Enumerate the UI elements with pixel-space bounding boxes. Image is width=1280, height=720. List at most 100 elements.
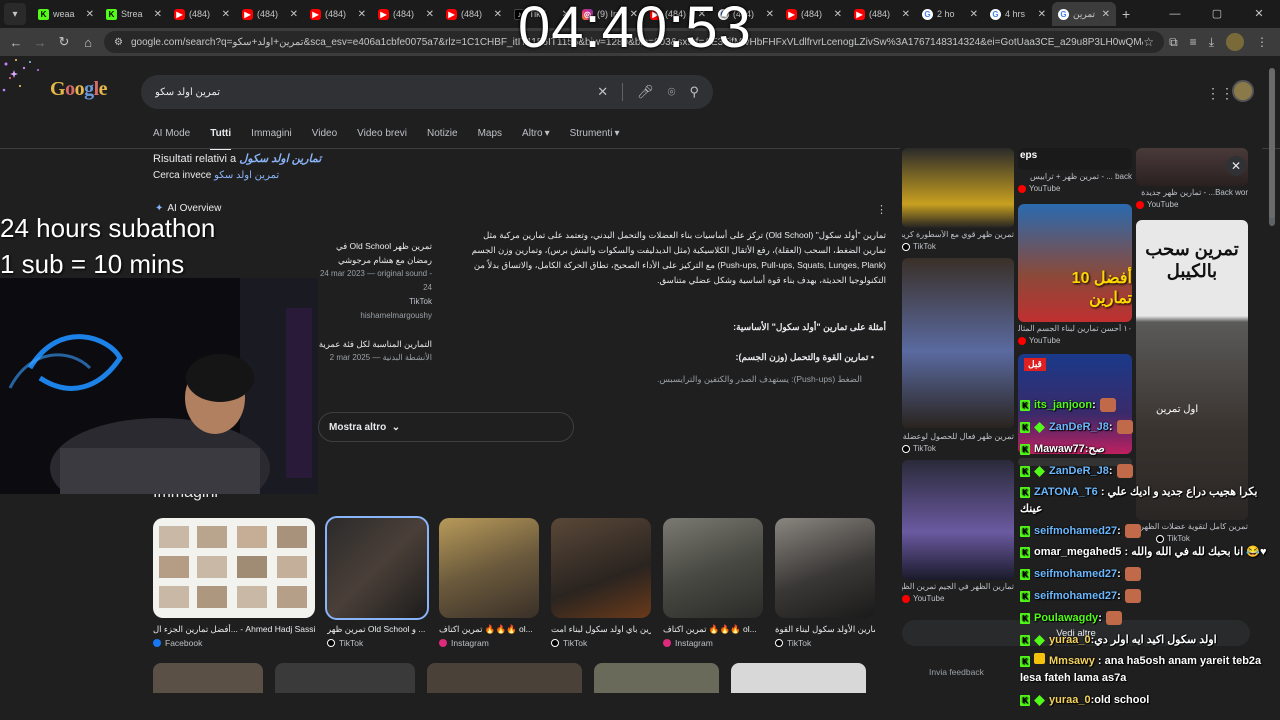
- site-info-icon[interactable]: ⚙: [114, 37, 123, 48]
- panel-image[interactable]: أفضل 10 تمارين: [1018, 204, 1132, 322]
- chat-username[interactable]: ZanDeR_J8: [1049, 460, 1109, 482]
- back-icon[interactable]: ←: [4, 35, 28, 50]
- chat-username[interactable]: seifmohamed27: [1034, 520, 1117, 542]
- browser-tab[interactable]: ▶ (484) ✕: [304, 2, 372, 26]
- browser-tab[interactable]: ▶ (484) ✕: [236, 2, 304, 26]
- browser-tab[interactable]: G 4 hrs ✕: [984, 2, 1052, 26]
- chat-username[interactable]: ZanDeR_J8: [1049, 416, 1109, 438]
- image-result[interactable]: تمرين باي اولد سكول لبناء امت... TikTok: [551, 518, 651, 648]
- show-more-button[interactable]: Mostra altro ⌄: [318, 412, 574, 442]
- chat-username[interactable]: yuraa_0: [1049, 689, 1091, 711]
- search-box[interactable]: ✕ 🎤︎ ⌾ ⚲: [141, 75, 713, 109]
- chat-username[interactable]: Mawaw77: [1034, 438, 1085, 460]
- browser-tab[interactable]: G تمرين ✕: [1052, 2, 1116, 26]
- close-tab-icon[interactable]: ✕: [494, 9, 502, 20]
- search-tab[interactable]: Maps: [478, 128, 502, 150]
- send-feedback-link[interactable]: Invia feedback: [929, 667, 984, 677]
- close-tab-icon[interactable]: ✕: [86, 9, 94, 20]
- chat-message: K ZanDeR_J8 :: [1020, 416, 1280, 438]
- chat-username[interactable]: its_janjoon: [1034, 394, 1092, 416]
- panel-image[interactable]: eps: [1018, 148, 1132, 170]
- ai-source-card[interactable]: تمرين ظهر Old School في رمضان مع هشام مر…: [318, 239, 432, 323]
- image-result[interactable]: أفضل تمارين الجزء ال... - Ahmed Hadj Sas…: [153, 518, 315, 648]
- search-tab[interactable]: Strumenti: [570, 128, 613, 150]
- search-tab[interactable]: Video: [312, 128, 337, 150]
- menu-icon[interactable]: ⋮: [1256, 35, 1268, 49]
- search-input[interactable]: [155, 86, 598, 98]
- ai-overview-options-icon[interactable]: ⋮: [876, 203, 887, 216]
- image-result[interactable]: تمرين اكتاف 🔥🔥🔥 ol... Instagram: [663, 518, 763, 648]
- chat-username[interactable]: Mmsawy: [1049, 655, 1095, 667]
- downloads-icon[interactable]: ⤓: [1209, 35, 1214, 50]
- panel-image[interactable]: [902, 258, 1014, 428]
- image-thumbnail[interactable]: [594, 663, 719, 693]
- clear-icon[interactable]: ✕: [597, 84, 608, 100]
- close-tab-icon[interactable]: ✕: [1038, 9, 1046, 20]
- chat-username[interactable]: seifmohamed27: [1034, 563, 1117, 585]
- browser-tab[interactable]: K Strea ✕: [100, 2, 168, 26]
- tab-search-icon[interactable]: ▾: [4, 3, 26, 25]
- profile-avatar[interactable]: [1226, 33, 1244, 51]
- bookmark-star-icon[interactable]: ☆: [1143, 35, 1154, 49]
- media-icon[interactable]: ≡: [1190, 35, 1197, 49]
- image-source-label: Instagram: [675, 638, 713, 648]
- minimize-icon[interactable]: —: [1154, 0, 1196, 28]
- close-tab-icon[interactable]: ✕: [970, 9, 978, 20]
- browser-tab[interactable]: ▶ (484) ✕: [372, 2, 440, 26]
- image-result[interactable]: تمرين ظهر Old School و ... TikTok: [325, 516, 429, 648]
- voice-search-icon[interactable]: 🎤︎: [637, 84, 654, 100]
- image-thumbnail[interactable]: [427, 663, 582, 693]
- browser-tab[interactable]: ▶ (484) ✕: [168, 2, 236, 26]
- chat-username[interactable]: yuraa_0: [1049, 629, 1091, 651]
- search-tab[interactable]: Altro: [522, 128, 543, 150]
- image-thumbnail[interactable]: [275, 663, 415, 693]
- chat-username[interactable]: seifmohamed27: [1034, 585, 1117, 607]
- new-tab-icon[interactable]: +: [1122, 6, 1130, 22]
- home-icon[interactable]: ⌂: [76, 35, 100, 50]
- search-icon[interactable]: ⚲: [689, 84, 699, 100]
- browser-tab[interactable]: ▶ (484) ✕: [440, 2, 508, 26]
- google-logo[interactable]: Google: [50, 78, 108, 101]
- search-tab[interactable]: Notizie: [427, 128, 458, 150]
- lens-icon[interactable]: ⌾: [668, 84, 676, 100]
- account-avatar[interactable]: [1232, 80, 1254, 102]
- image-thumbnail[interactable]: [153, 663, 263, 693]
- chat-username[interactable]: Poulawagdy: [1034, 607, 1098, 629]
- close-tab-icon[interactable]: ✕: [426, 9, 434, 20]
- apps-grid-icon[interactable]: ⋮⋮: [1206, 85, 1234, 102]
- search-tab[interactable]: AI Mode: [153, 128, 190, 150]
- browser-tab[interactable]: ▶ (484) ✕: [848, 2, 916, 26]
- maximize-icon[interactable]: ▢: [1196, 0, 1238, 28]
- close-tab-icon[interactable]: ✕: [358, 9, 366, 20]
- close-tab-icon[interactable]: ✕: [222, 9, 230, 20]
- google-icon: G: [1058, 8, 1069, 20]
- extensions-icon[interactable]: ⧉: [1169, 35, 1178, 50]
- browser-tab[interactable]: Kweaa ✕: [32, 2, 100, 26]
- browser-tab[interactable]: G 2 ho ✕: [916, 2, 984, 26]
- close-tab-icon[interactable]: ✕: [834, 9, 842, 20]
- search-tab[interactable]: Immagini: [251, 128, 292, 150]
- close-tab-icon[interactable]: ✕: [766, 9, 774, 20]
- original-query-link[interactable]: تمرين اولد سكو: [214, 170, 279, 181]
- panel-image[interactable]: [902, 460, 1014, 580]
- ai-source-card[interactable]: التمارين المناسبة لكل فئة عمرية 2 mar 20…: [318, 337, 432, 365]
- chat-username[interactable]: omar_megahed5: [1034, 546, 1121, 558]
- close-tab-icon[interactable]: ✕: [902, 9, 910, 20]
- close-tab-icon[interactable]: ✕: [290, 9, 298, 20]
- search-tab[interactable]: Tutti: [210, 128, 232, 150]
- image-result[interactable]: تمرين اكتاف 🔥🔥🔥 ol... Instagram: [439, 518, 539, 648]
- image-thumbnail[interactable]: [731, 663, 866, 693]
- close-panel-button[interactable]: ✕: [1226, 156, 1246, 176]
- close-tab-icon[interactable]: ✕: [1102, 9, 1110, 20]
- corrected-query-link[interactable]: تمارين اولد سكول: [239, 153, 321, 165]
- chat-username[interactable]: ZATONA_T6: [1034, 486, 1098, 498]
- image-result[interactable]: تمارين الأولد سكول لبناء القوة TikTok: [775, 518, 875, 648]
- forward-icon[interactable]: →: [28, 35, 52, 50]
- reload-icon[interactable]: ↻: [52, 34, 76, 50]
- scrollbar-thumb[interactable]: [1269, 68, 1275, 218]
- close-tab-icon[interactable]: ✕: [154, 9, 162, 20]
- panel-image[interactable]: [902, 148, 1014, 228]
- search-tab[interactable]: Video brevi: [357, 128, 407, 150]
- close-window-icon[interactable]: ✕: [1238, 0, 1280, 28]
- browser-tab[interactable]: ▶ (484) ✕: [780, 2, 848, 26]
